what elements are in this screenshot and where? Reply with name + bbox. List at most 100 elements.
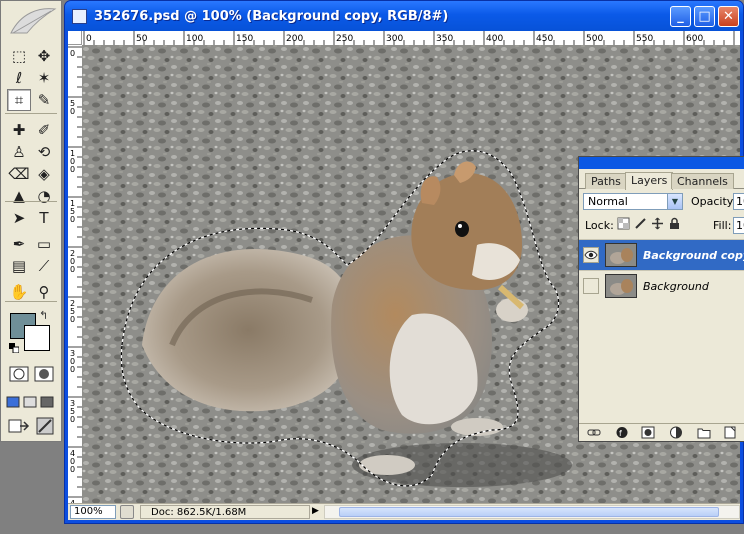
zoom-tool-button[interactable]: ⚲: [32, 281, 56, 303]
crop-tool-icon: ⌗: [14, 90, 24, 109]
feather-logo-icon: [10, 8, 57, 34]
background-color-swatch[interactable]: [24, 325, 50, 351]
lock-label: Lock:: [585, 219, 614, 232]
history-brush-tool-icon: ⟲: [37, 142, 51, 161]
hand-tool-icon: ✋: [9, 282, 29, 301]
ruler-label: 400: [486, 34, 503, 44]
tool-separator: [5, 201, 57, 202]
palette-tabs: Paths Layers Channels: [579, 171, 744, 190]
new-group-icon[interactable]: [697, 426, 711, 439]
new-layer-icon[interactable]: [723, 426, 737, 439]
blend-mode-select[interactable]: Normal ▼: [583, 193, 683, 210]
layers-footer: f: [579, 423, 744, 441]
move-tool-button[interactable]: ✥: [32, 45, 56, 67]
healing-brush-tool-button[interactable]: ✚: [7, 119, 31, 141]
vertical-ruler[interactable]: 05010015020025030035040045: [68, 45, 82, 505]
paint-bucket-tool-button[interactable]: ◈: [32, 163, 56, 185]
screen-mode-standard-button[interactable]: [5, 391, 21, 413]
ruler-label: 0: [70, 365, 75, 374]
ruler-label: 0: [70, 315, 75, 324]
eyedropper-tool-button[interactable]: ⟋: [32, 255, 56, 277]
ruler-label: 0: [70, 107, 75, 116]
ruler-label: 0: [70, 465, 75, 474]
pen-tool-icon: ✒: [12, 234, 26, 253]
layer-row[interactable]: Background copy: [579, 239, 744, 270]
lock-all-icon[interactable]: [668, 217, 681, 230]
stamp-tool-icon: ♙: [12, 142, 26, 161]
lock-image-icon[interactable]: [634, 217, 647, 230]
horizontal-scrollbar[interactable]: [324, 505, 740, 519]
zoom-level-field[interactable]: 100%: [70, 505, 116, 519]
quick-mask-button[interactable]: [32, 363, 56, 385]
link-layers-icon[interactable]: [587, 426, 601, 439]
history-brush-tool-button[interactable]: ⟲: [32, 141, 56, 163]
swap-colors-icon[interactable]: ↰: [39, 309, 48, 322]
pen-tool-button[interactable]: ✒: [7, 233, 31, 255]
palette-title-bar[interactable]: [579, 157, 744, 169]
eraser-tool-button[interactable]: ⌫: [7, 163, 31, 185]
path-selection-tool-button[interactable]: ➤: [7, 207, 31, 229]
magic-wand-tool-button[interactable]: ✶: [32, 67, 56, 89]
standard-mode-button[interactable]: [7, 363, 31, 385]
tool-separator: [5, 301, 57, 302]
lasso-tool-icon: ℓ: [15, 68, 23, 87]
ruler-label: 100: [186, 34, 203, 44]
layer-thumbnail: [605, 243, 637, 267]
layer-style-icon[interactable]: f: [615, 426, 629, 439]
status-info-icon[interactable]: [120, 505, 134, 519]
screen-mode-full-menu-button[interactable]: [22, 391, 38, 413]
ruler-origin[interactable]: [68, 31, 82, 45]
scrollbar-thumb[interactable]: [339, 507, 719, 517]
slice-tool-icon: ✎: [37, 90, 51, 109]
ruler-label: 200: [286, 34, 303, 44]
add-mask-icon[interactable]: [641, 426, 655, 439]
healing-brush-tool-icon: ✚: [12, 120, 26, 139]
maximize-button[interactable]: □: [694, 6, 715, 27]
jump-to-imageready-button[interactable]: [7, 415, 31, 437]
default-colors-icon[interactable]: [9, 343, 19, 353]
type-tool-icon: T: [39, 208, 49, 227]
shape-tool-button[interactable]: ▭: [32, 233, 56, 255]
title-bar[interactable]: 352676.psd @ 100% (Background copy, RGB/…: [65, 1, 743, 31]
fill-label: Fill:: [713, 219, 732, 232]
crop-tool-button[interactable]: ⌗: [7, 89, 31, 111]
notes-tool-icon: ▤: [11, 256, 27, 275]
visibility-toggle[interactable]: [583, 278, 599, 294]
eyedropper-tool-icon: ⟋: [38, 256, 50, 275]
blur-tool-button[interactable]: ▲: [7, 185, 31, 207]
ruler-label: 300: [386, 34, 403, 44]
shape-tool-icon: ▭: [36, 234, 52, 253]
type-tool-button[interactable]: T: [32, 207, 56, 229]
tools-palette: ⬚ ✥ ℓ ✶ ⌗ ✎ ✚ ✐ ♙ ⟲ ⌫ ◈ ▲ ◔ ➤ T ✒ ▭ ▤ ⟋ ✋ ⚲ ↰: [0, 0, 62, 442]
marquee-tool-button[interactable]: ⬚: [7, 45, 31, 67]
tab-channels[interactable]: Channels: [671, 173, 734, 189]
paint-bucket-tool-icon: ◈: [38, 164, 50, 183]
hand-tool-button[interactable]: ✋: [7, 281, 31, 303]
tab-layers[interactable]: Layers: [625, 172, 674, 190]
opacity-field[interactable]: 100%: [733, 193, 744, 210]
dodge-tool-button[interactable]: ◔: [32, 185, 56, 207]
layer-row[interactable]: Background: [579, 270, 744, 301]
screen-mode-full-button[interactable]: [39, 391, 55, 413]
notes-tool-button[interactable]: ▤: [7, 255, 31, 277]
lasso-tool-button[interactable]: ℓ: [7, 67, 31, 89]
imageready-icon[interactable]: [33, 415, 57, 437]
close-button[interactable]: ✕: [718, 6, 739, 27]
adjustment-layer-icon[interactable]: [669, 426, 683, 439]
lock-transparency-icon[interactable]: [617, 217, 630, 230]
slice-tool-button[interactable]: ✎: [32, 89, 56, 111]
visibility-eye-icon[interactable]: [583, 247, 599, 263]
ruler-label: 250: [336, 34, 353, 44]
minimize-button[interactable]: _: [670, 6, 691, 27]
tab-paths[interactable]: Paths: [585, 173, 627, 189]
fill-field[interactable]: 100%: [733, 217, 744, 234]
tool-separator: [5, 113, 57, 114]
horizontal-ruler[interactable]: 0 50 100 150 200 250 300 350 400 450 500 550 600: [82, 31, 740, 45]
ruler-label: 0: [70, 415, 75, 424]
status-menu-arrow-icon[interactable]: ▶: [312, 506, 319, 516]
stamp-tool-button[interactable]: ♙: [7, 141, 31, 163]
brush-tool-button[interactable]: ✐: [32, 119, 56, 141]
brush-tool-icon: ✐: [37, 120, 51, 139]
ruler-label: 600: [686, 34, 703, 44]
lock-position-icon[interactable]: [651, 217, 664, 230]
